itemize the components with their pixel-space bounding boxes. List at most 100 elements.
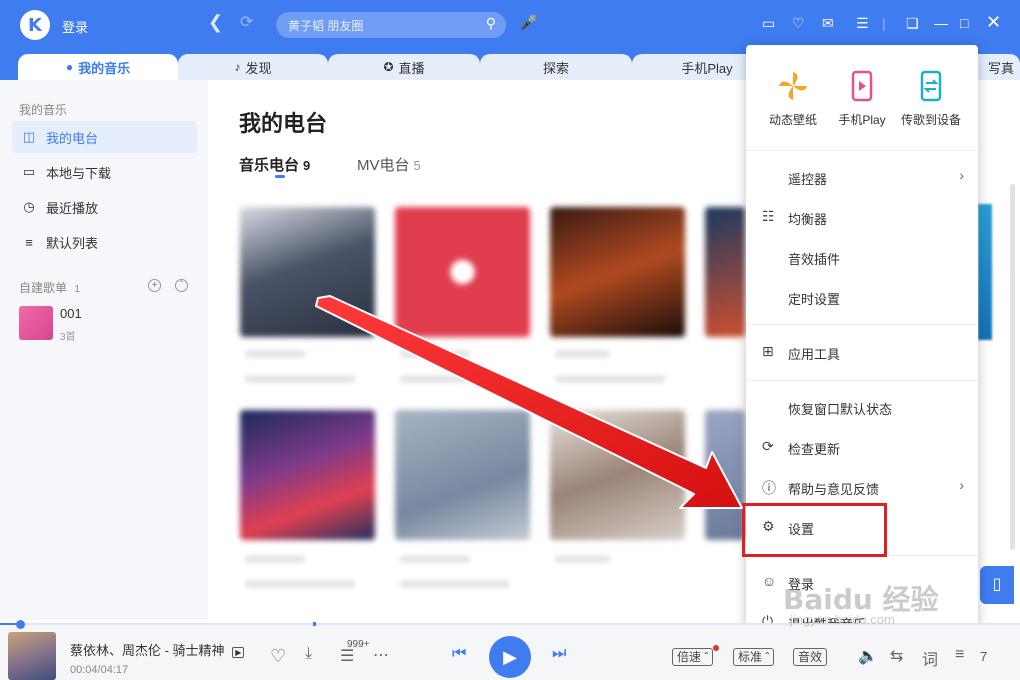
radio-card[interactable]: [395, 410, 530, 540]
menu-item-label: 遥控器: [788, 172, 828, 187]
loop-icon[interactable]: ⇆: [890, 646, 903, 666]
radio-card[interactable]: [550, 410, 685, 540]
radio-card[interactable]: [395, 207, 530, 337]
collapse-icon[interactable]: ˆ: [175, 279, 188, 292]
refresh-icon[interactable]: ⟳: [240, 12, 253, 32]
previous-icon[interactable]: ⏮: [452, 645, 466, 663]
menu-icon[interactable]: ☰: [856, 15, 869, 32]
minimize-icon[interactable]: —: [934, 15, 948, 31]
mobile-icon[interactable]: ▯: [980, 566, 1014, 604]
microphone-icon[interactable]: 🎤: [520, 14, 537, 31]
search-input[interactable]: 黄子韬 朋友圈 ⚲: [276, 12, 506, 38]
monitor-icon: ▭: [22, 164, 36, 179]
close-icon[interactable]: ✕: [986, 12, 1001, 33]
tab-live[interactable]: ✪ 直播: [328, 54, 480, 80]
card-caption: [400, 555, 470, 563]
volume-icon[interactable]: 🔈: [858, 646, 878, 666]
shirt-icon[interactable]: ♡: [792, 15, 805, 32]
menu-divider: [746, 380, 978, 381]
album-cover[interactable]: [8, 632, 56, 680]
menu-dynamic-wallpaper[interactable]: 动态壁纸: [758, 69, 828, 128]
menu-divider: [746, 150, 978, 151]
menu-item-label: 音效插件: [788, 252, 841, 267]
phone-play-icon: [851, 70, 873, 102]
mini-mode-icon[interactable]: ❏: [906, 15, 919, 32]
radio-card[interactable]: [705, 410, 745, 540]
playlist-name[interactable]: 001: [60, 306, 82, 321]
add-playlist-icon[interactable]: +: [148, 279, 161, 292]
menu-item-sound-plugin[interactable]: 音效插件: [746, 239, 978, 275]
playlist-icon[interactable]: ≡: [955, 646, 964, 664]
tab-label: 写真: [987, 60, 1014, 76]
playlists-title-text: 自建歌单: [19, 281, 68, 295]
subtab-mv-radio[interactable]: MV电台 5: [357, 154, 421, 175]
next-icon[interactable]: ⏭: [552, 645, 566, 663]
grid-icon: ⊞: [762, 343, 774, 359]
menu-item-remote[interactable]: 遥控器 ›: [746, 159, 978, 195]
playlist-cover[interactable]: [19, 306, 53, 340]
tab-my-music[interactable]: ● 我的音乐: [18, 54, 178, 80]
mv-icon[interactable]: ▶: [232, 647, 245, 658]
play-button[interactable]: ▶: [489, 636, 531, 678]
radio-card[interactable]: [240, 410, 375, 540]
menu-item-equalizer[interactable]: ☷ 均衡器: [746, 199, 978, 235]
equalizer-icon: ☷: [762, 208, 775, 224]
heart-icon[interactable]: ♡: [270, 646, 286, 667]
menu-top-label: 手机Play: [838, 113, 886, 127]
banner-edge[interactable]: [978, 204, 992, 340]
menu-item-restore-window[interactable]: 恢复窗口默认状态: [746, 389, 978, 425]
menu-item-label: 均衡器: [788, 212, 828, 227]
tab-label: 探索: [542, 60, 569, 76]
title-bar: K 登录 ❮ ⟳ 黄子韬 朋友圈 ⚲ 🎤 ▭ ♡ ✉ ☰ | ❏ — □ ✕: [0, 0, 1020, 50]
buffer-marker: [313, 622, 316, 626]
sidebar-item-recent[interactable]: ◷ 最近播放: [12, 191, 197, 223]
back-arrow-icon[interactable]: ❮: [208, 12, 223, 33]
sidebar-item-default-list[interactable]: ≡ 默认列表: [12, 226, 197, 258]
refresh-icon: ⟳: [762, 438, 774, 454]
settings-highlight-box: [742, 503, 887, 557]
menu-phone-play[interactable]: 手机Play: [827, 69, 897, 128]
kuwo-logo[interactable]: K: [20, 10, 50, 40]
mail-icon[interactable]: ✉: [822, 15, 834, 32]
lyrics-icon[interactable]: 词: [922, 646, 938, 670]
sidebar-item-local-download[interactable]: ▭ 本地与下载: [12, 156, 197, 188]
search-icon[interactable]: ⚲: [486, 15, 496, 32]
radio-card[interactable]: [240, 207, 375, 337]
menu-top-label: 动态壁纸: [768, 113, 817, 127]
comment-icon[interactable]: ☰: [340, 646, 354, 666]
menu-top-label: 传歌到设备: [900, 113, 961, 127]
menu-item-check-update[interactable]: ⟳ 检查更新: [746, 429, 978, 465]
sidebar-item-my-radio[interactable]: ◫ 我的电台: [12, 121, 197, 153]
radio-card[interactable]: [550, 207, 685, 337]
song-title: 蔡依林、周杰伦 - 骑士精神: [70, 643, 225, 658]
playlists-title: 自建歌单 1: [19, 279, 80, 296]
menu-transfer-device[interactable]: 传歌到设备: [896, 69, 966, 128]
sidebar: 我的音乐 ◫ 我的电台 ▭ 本地与下载 ◷ 最近播放 ≡ 默认列表 自建歌单 1…: [0, 80, 208, 620]
scrollbar[interactable]: [1010, 184, 1015, 550]
login-link[interactable]: 登录: [62, 17, 88, 36]
download-icon[interactable]: ⤓: [305, 645, 312, 663]
now-playing-title[interactable]: 蔡依林、周杰伦 - 骑士精神 ▶: [70, 640, 245, 659]
music-note-icon: ♪: [234, 60, 241, 74]
tab-label: 发现: [245, 60, 272, 76]
menu-item-timer[interactable]: 定时设置: [746, 279, 978, 315]
progress-knob[interactable]: [16, 620, 25, 629]
more-icon[interactable]: ⋯: [373, 645, 389, 665]
screen-icon[interactable]: ▭: [762, 15, 775, 32]
tab-explore[interactable]: 探索: [480, 54, 632, 80]
effect-button[interactable]: 音效: [793, 648, 828, 666]
tab-label: 手机Play: [681, 60, 733, 76]
radio-card[interactable]: [705, 207, 745, 337]
menu-item-help-feedback[interactable]: ⓘ 帮助与意见反馈 ›: [746, 469, 978, 505]
speed-button[interactable]: 倍速 ˆ: [672, 648, 714, 666]
quality-button[interactable]: 标准 ˆ: [733, 648, 775, 666]
menu-item-label: 定时设置: [788, 292, 841, 307]
menu-item-app-tools[interactable]: ⊞ 应用工具: [746, 334, 978, 370]
subtab-music-radio[interactable]: 音乐电台 9: [239, 154, 310, 175]
card-caption: [245, 555, 305, 563]
menu-item-label: 恢复窗口默认状态: [788, 402, 893, 417]
sidebar-item-label: 默认列表: [46, 235, 99, 251]
maximize-icon[interactable]: □: [960, 15, 968, 31]
tab-discover[interactable]: ♪ 发现: [178, 54, 328, 80]
divider: |: [882, 15, 886, 31]
